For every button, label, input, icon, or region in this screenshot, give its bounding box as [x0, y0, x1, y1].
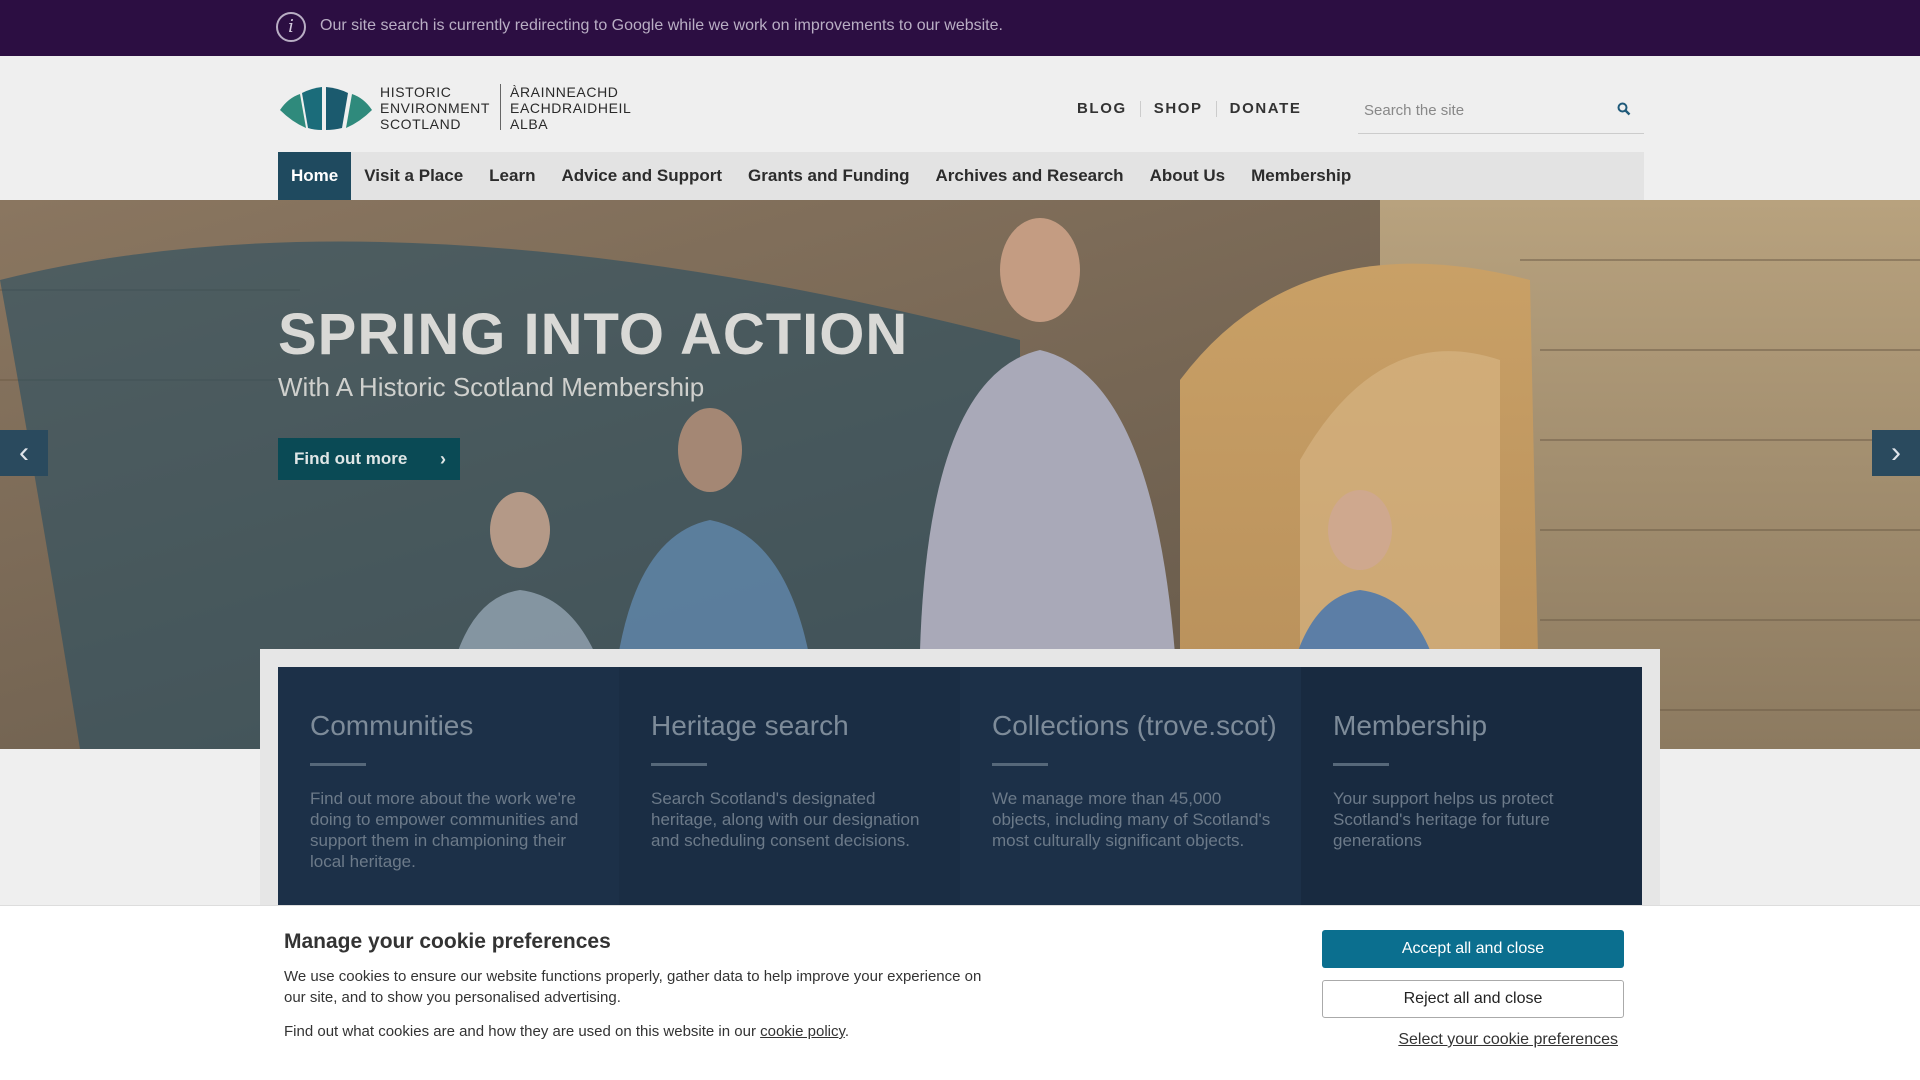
util-link-shop[interactable]: SHOP: [1141, 100, 1216, 117]
utility-nav: BLOG SHOP DONATE: [1064, 100, 1314, 117]
nav-item-home[interactable]: Home: [278, 152, 352, 200]
logo-line: ÀRAINNEACHD: [510, 84, 619, 100]
logo-text-english: HISTORIC ENVIRONMENT SCOTLAND: [380, 84, 490, 132]
logo-line: HISTORIC: [380, 84, 452, 100]
logo-line: ALBA: [510, 116, 549, 132]
card-text: Your support helps us protect Scotland's…: [1333, 789, 1554, 850]
hero-content: SPRING INTO ACTION With A Historic Scotl…: [278, 300, 909, 480]
logo-text-gaelic: ÀRAINNEACHD EACHDRAIDHEIL ALBA: [510, 84, 631, 132]
cookie-banner: Manage your cookie preferences We use co…: [0, 905, 1920, 1080]
feature-cards-section: Communities Find out more about the work…: [260, 649, 1660, 909]
info-icon: i: [276, 12, 306, 42]
cookie-preferences-link[interactable]: Select your cookie preferences: [1322, 1031, 1624, 1049]
chevron-right-icon: ›: [1891, 436, 1901, 469]
card-collections[interactable]: Collections (trove.scot) We manage more …: [960, 667, 1301, 909]
nav-item-archives-and-research[interactable]: Archives and Research: [923, 152, 1137, 200]
carousel-next-button[interactable]: ›: [1872, 430, 1920, 476]
divider: [651, 763, 707, 766]
card-title: Heritage search: [651, 710, 849, 741]
divider: [310, 763, 366, 766]
divider: [992, 763, 1048, 766]
card-text: We manage more than 45,000 objects, incl…: [992, 789, 1271, 850]
logo-divider: [500, 84, 501, 130]
site-search: [1358, 86, 1644, 134]
main-nav: Home Visit a Place Learn Advice and Supp…: [278, 152, 1644, 200]
hero-title: SPRING INTO ACTION: [278, 302, 909, 367]
find-out-more-button[interactable]: Find out more ›: [278, 438, 460, 480]
nav-item-learn[interactable]: Learn: [476, 152, 548, 200]
chevron-right-icon: ›: [440, 449, 446, 469]
cookie-description: We use cookies to ensure our website fun…: [284, 968, 982, 1006]
nav-item-visit-a-place[interactable]: Visit a Place: [351, 152, 476, 200]
cookie-policy-suffix: .: [844, 1023, 850, 1040]
carousel-prev-button[interactable]: ‹: [0, 430, 48, 476]
hero-button-label: Find out more: [294, 449, 408, 468]
logo-fan-icon: [280, 87, 372, 130]
search-button[interactable]: [1614, 100, 1634, 120]
chevron-left-icon: ‹: [19, 436, 29, 469]
site-header: HISTORIC ENVIRONMENT SCOTLAND ÀRAINNEACH…: [0, 56, 1920, 200]
accept-all-button[interactable]: Accept all and close: [1322, 930, 1624, 968]
card-text: Search Scotland's designated heritage, a…: [651, 789, 920, 850]
util-link-donate[interactable]: DONATE: [1217, 100, 1315, 117]
site-alert-bar: i Our site search is currently redirecti…: [0, 0, 1920, 56]
card-communities[interactable]: Communities Find out more about the work…: [278, 667, 619, 909]
hero-subtitle: With A Historic Scotland Membership: [278, 372, 705, 402]
alert-message: Our site search is currently redirecting…: [320, 17, 1003, 34]
card-heritage-search[interactable]: Heritage search Search Scotland's design…: [619, 667, 960, 909]
card-title: Communities: [310, 710, 474, 741]
logo-line: EACHDRAIDHEIL: [510, 100, 632, 116]
util-link-blog[interactable]: BLOG: [1064, 100, 1140, 117]
feature-cards: Communities Find out more about the work…: [278, 667, 1642, 909]
cookie-title: Manage your cookie preferences: [284, 930, 611, 953]
card-membership[interactable]: Membership Your support helps us protect…: [1301, 667, 1642, 909]
card-title: Membership: [1333, 710, 1488, 741]
nav-item-membership[interactable]: Membership: [1238, 152, 1364, 200]
search-input[interactable]: [1364, 98, 1604, 122]
search-icon: [1617, 102, 1631, 115]
card-title: Collections (trove.scot): [992, 710, 1277, 741]
site-logo[interactable]: HISTORIC ENVIRONMENT SCOTLAND ÀRAINNEACH…: [278, 76, 678, 136]
cookie-policy-text: Find out what cookies are and how they a…: [284, 1023, 849, 1040]
nav-item-advice-and-support[interactable]: Advice and Support: [548, 152, 735, 200]
cookie-policy-prefix: Find out what cookies are and how they a…: [284, 1023, 761, 1040]
nav-item-about-us[interactable]: About Us: [1137, 152, 1239, 200]
cookie-policy-link[interactable]: cookie policy: [760, 1023, 845, 1040]
logo-line: SCOTLAND: [380, 116, 462, 132]
reject-all-button[interactable]: Reject all and close: [1322, 980, 1624, 1018]
divider: [1333, 763, 1389, 766]
logo-line: ENVIRONMENT: [380, 100, 491, 116]
nav-item-grants-and-funding[interactable]: Grants and Funding: [735, 152, 923, 200]
card-text: Find out more about the work we're doing…: [310, 789, 579, 871]
